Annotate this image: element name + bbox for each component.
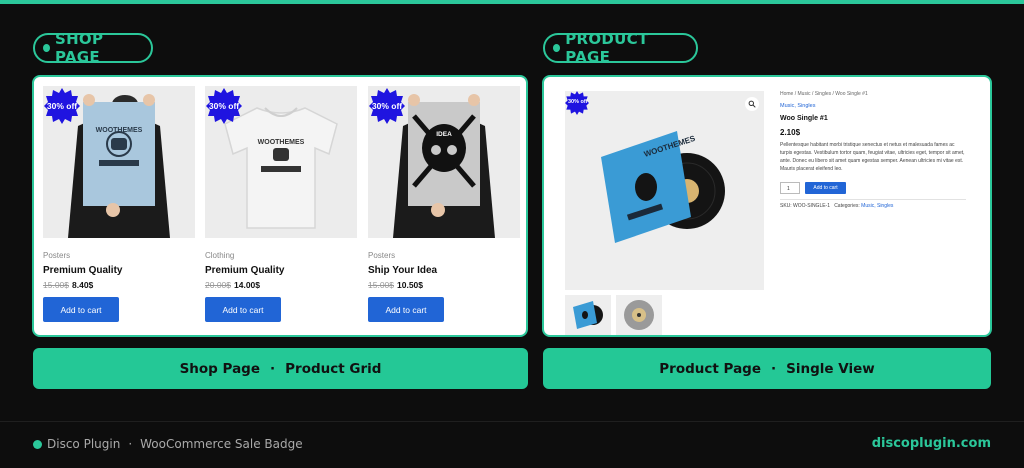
footer-brand: Disco Plugin · WooCommerce Sale Badge xyxy=(33,437,303,451)
categories-label: Categories: xyxy=(834,203,860,209)
shop-caption-bar: Shop Page · Product Grid xyxy=(33,348,528,389)
product-image[interactable]: WOOTHEMES 30% off xyxy=(43,86,195,238)
divider xyxy=(780,199,966,200)
old-price: 15.00$ xyxy=(43,280,69,290)
sale-price: 10.50$ xyxy=(397,280,423,290)
product-categories[interactable]: Music, Singles xyxy=(780,103,815,109)
footer-divider xyxy=(0,421,1024,422)
sale-badge: 30% off xyxy=(44,88,80,124)
product-description: Pellentesque habitant morbi tristique se… xyxy=(780,142,965,172)
caption-text: Product Page xyxy=(659,360,761,377)
product-category[interactable]: Clothing xyxy=(205,251,234,260)
top-accent-bar xyxy=(0,0,1024,4)
add-to-cart-button[interactable]: Add to cart xyxy=(205,297,281,322)
shop-page-preview: WOOTHEMES 30% off Posters Premium Qualit… xyxy=(32,75,528,337)
product-price: 15.00$ 8.40$ xyxy=(43,280,93,290)
product-meta: SKU: WOO-SINGLE-1 Categories: Music, Sin… xyxy=(780,203,893,209)
product-thumbnail[interactable] xyxy=(565,295,611,335)
svg-text:IDEA: IDEA xyxy=(436,131,452,138)
product-title: Woo Single #1 xyxy=(780,115,828,122)
product-title[interactable]: Ship Your Idea xyxy=(368,265,437,276)
product-price: 15.00$ 10.50$ xyxy=(368,280,423,290)
product-category[interactable]: Posters xyxy=(368,251,395,260)
product-title[interactable]: Premium Quality xyxy=(205,265,284,276)
caption-separator: · xyxy=(771,360,777,377)
caption-text: Single View xyxy=(786,360,875,377)
sale-badge: 30% off xyxy=(369,88,405,124)
product-caption-bar: Product Page · Single View xyxy=(543,348,991,389)
product-card[interactable]: IDEA 30% off Posters Ship Your Idea 15.0… xyxy=(368,86,520,322)
product-price: 20.00$ 14.00$ xyxy=(205,280,260,290)
brand-subtitle: WooCommerce Sale Badge xyxy=(140,437,303,451)
sale-price: 14.00$ xyxy=(234,280,260,290)
product-thumbnail[interactable] xyxy=(616,295,662,335)
product-main-image[interactable]: WOOTHEMES 30% off xyxy=(565,91,764,290)
zoom-icon[interactable] xyxy=(745,97,759,111)
product-page-label-text: PRODUCT PAGE xyxy=(565,30,649,66)
dot-icon xyxy=(43,44,50,52)
sale-badge: 30% off xyxy=(565,91,601,127)
sale-price: 8.40$ xyxy=(72,280,94,290)
svg-text:WOOTHEMES: WOOTHEMES xyxy=(258,139,305,146)
product-page-preview: WOOTHEMES 30% off Home / Music / Singles… xyxy=(542,75,992,337)
shop-page-label: SHOP PAGE xyxy=(33,30,153,66)
record-label-thumbnail-icon xyxy=(616,295,662,335)
breadcrumb[interactable]: Home / Music / Singles / Woo Single #1 xyxy=(780,91,868,97)
product-page-label: PRODUCT PAGE xyxy=(543,30,698,66)
add-to-cart-button[interactable]: Add to cart xyxy=(43,297,119,322)
product-image[interactable]: IDEA 30% off xyxy=(368,86,520,238)
add-to-cart-button[interactable]: Add to cart xyxy=(368,297,444,322)
product-image[interactable]: WOOTHEMES 30% off xyxy=(205,86,357,238)
brand-name: Disco Plugin xyxy=(47,437,121,451)
footer-separator: · xyxy=(128,437,133,451)
old-price: 15.00$ xyxy=(368,280,394,290)
vinyl-thumbnail-icon xyxy=(565,295,611,335)
product-title[interactable]: Premium Quality xyxy=(43,265,122,276)
old-price: 20.00$ xyxy=(205,280,231,290)
add-to-cart-button[interactable]: Add to cart xyxy=(805,182,846,194)
website-link[interactable]: discoplugin.com xyxy=(872,436,991,451)
caption-text: Shop Page xyxy=(179,360,260,377)
svg-text:WOOTHEMES: WOOTHEMES xyxy=(96,127,143,134)
caption-separator: · xyxy=(270,360,276,377)
dot-icon xyxy=(553,44,561,52)
sale-badge: 30% off xyxy=(206,88,242,124)
category-links[interactable]: Music, Singles xyxy=(861,203,893,209)
product-price: 2.10$ xyxy=(780,128,801,137)
dot-icon xyxy=(33,439,42,449)
sku-label: SKU: WOO-SINGLE-1 xyxy=(780,203,831,209)
shop-page-label-text: SHOP PAGE xyxy=(54,30,104,66)
product-card[interactable]: WOOTHEMES 30% off Clothing Premium Quali… xyxy=(205,86,357,322)
caption-text: Product Grid xyxy=(285,360,382,377)
product-card[interactable]: WOOTHEMES 30% off Posters Premium Qualit… xyxy=(43,86,195,322)
quantity-input[interactable]: 1 xyxy=(780,182,800,194)
product-category[interactable]: Posters xyxy=(43,251,70,260)
